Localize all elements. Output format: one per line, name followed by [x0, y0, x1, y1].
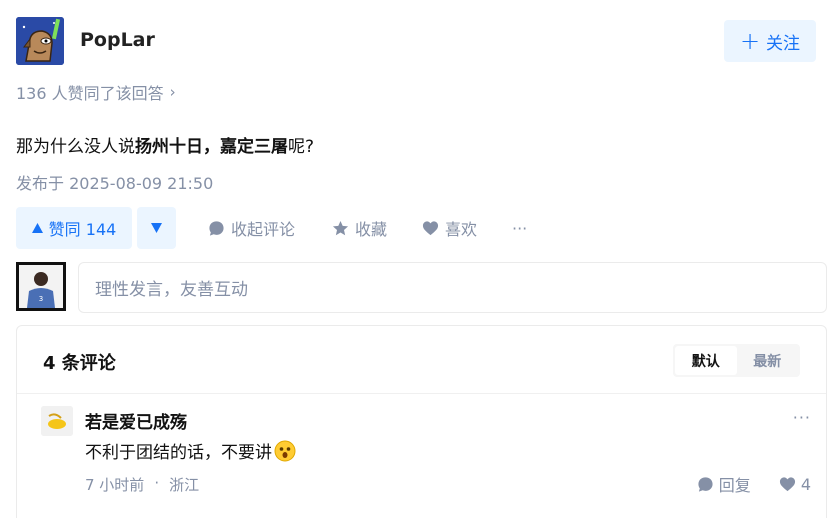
answer-text-bold: 扬州十日，嘉定三屠 — [135, 137, 288, 157]
author-name[interactable]: PopLar — [80, 29, 155, 51]
reply-button[interactable]: 回复 — [697, 472, 751, 496]
comment-input[interactable]: 理性发言，友善互动 — [78, 262, 827, 313]
meta-separator: · — [154, 474, 160, 492]
author-header: PopLar + 关注 — [16, 17, 816, 65]
heart-icon — [779, 476, 795, 491]
sort-toggle: 默认 最新 — [673, 344, 800, 377]
publish-time: 发布于 2025-08-09 21:50 — [16, 174, 214, 193]
reply-label: 回复 — [718, 476, 751, 495]
heart-icon — [422, 220, 439, 235]
more-actions-button[interactable]: ··· — [512, 207, 527, 249]
comments-panel: 4 条评论 默认 最新 若是爱已成殇 ··· 不利于团结的话，不要讲 7 小时前… — [16, 325, 827, 518]
comment-location: 浙江 — [169, 476, 200, 494]
answer-text-pre: 那为什么没人说 — [16, 137, 135, 157]
emoji-icon — [274, 440, 296, 461]
comment-like-button[interactable]: 4 — [779, 472, 811, 496]
comment-text: 不利于团结的话，不要讲 — [85, 438, 296, 463]
sort-default[interactable]: 默认 — [675, 346, 737, 375]
collapse-comments-button[interactable]: 收起评论 — [208, 207, 295, 249]
comment-compose: 3 理性发言，友善互动 — [16, 262, 827, 313]
voters-link[interactable]: 136 人赞同了该回答 › — [16, 80, 176, 104]
comment-time: 7 小时前 — [85, 476, 145, 494]
triangle-up-icon — [31, 223, 43, 233]
action-bar: 赞同 144 收起评论 收藏 喜欢 ··· — [16, 207, 816, 249]
like-label: 喜欢 — [445, 220, 478, 239]
comment-body: 不利于团结的话，不要讲 — [85, 443, 272, 463]
author-avatar[interactable] — [16, 17, 64, 65]
comments-header: 4 条评论 默认 最新 — [17, 326, 826, 394]
triangle-down-icon — [151, 223, 162, 233]
answer-content: 那为什么没人说扬州十日，嘉定三屠呢? — [16, 132, 314, 157]
commenter-avatar[interactable] — [41, 406, 73, 436]
upvote-label: 赞同 144 — [48, 220, 117, 239]
more-icon: ··· — [512, 218, 528, 238]
comment-icon — [698, 476, 713, 492]
upvote-button[interactable]: 赞同 144 — [16, 207, 132, 249]
commenter-name[interactable]: 若是爱已成殇 — [85, 408, 187, 433]
comment-meta: 7 小时前 · 浙江 — [85, 474, 199, 495]
user-avatar: 3 — [16, 262, 66, 311]
answer-text-post: 呢? — [288, 137, 315, 157]
comment-icon — [209, 220, 224, 236]
comment-count: 4 条评论 — [43, 353, 116, 374]
comment-like-count: 4 — [800, 474, 811, 494]
voters-text: 136 人赞同了该回答 — [16, 84, 164, 103]
plus-icon: + — [739, 27, 761, 55]
like-button[interactable]: 喜欢 — [422, 207, 477, 249]
chevron-right-icon: › — [169, 83, 176, 101]
comment-more-icon[interactable]: ··· — [793, 408, 811, 427]
downvote-button[interactable] — [137, 207, 176, 249]
follow-label: 关注 — [766, 33, 801, 54]
star-icon — [332, 220, 349, 235]
svg-text:3: 3 — [39, 295, 43, 303]
favorite-label: 收藏 — [355, 220, 388, 239]
collapse-comments-label: 收起评论 — [231, 220, 296, 239]
comment-item: 若是爱已成殇 ··· 不利于团结的话，不要讲 7 小时前 · 浙江 回复 4 — [41, 406, 811, 496]
sort-latest[interactable]: 最新 — [737, 346, 799, 375]
follow-button[interactable]: + 关注 — [724, 20, 816, 62]
comment-actions: 回复 4 — [697, 472, 811, 496]
favorite-button[interactable]: 收藏 — [332, 207, 387, 249]
